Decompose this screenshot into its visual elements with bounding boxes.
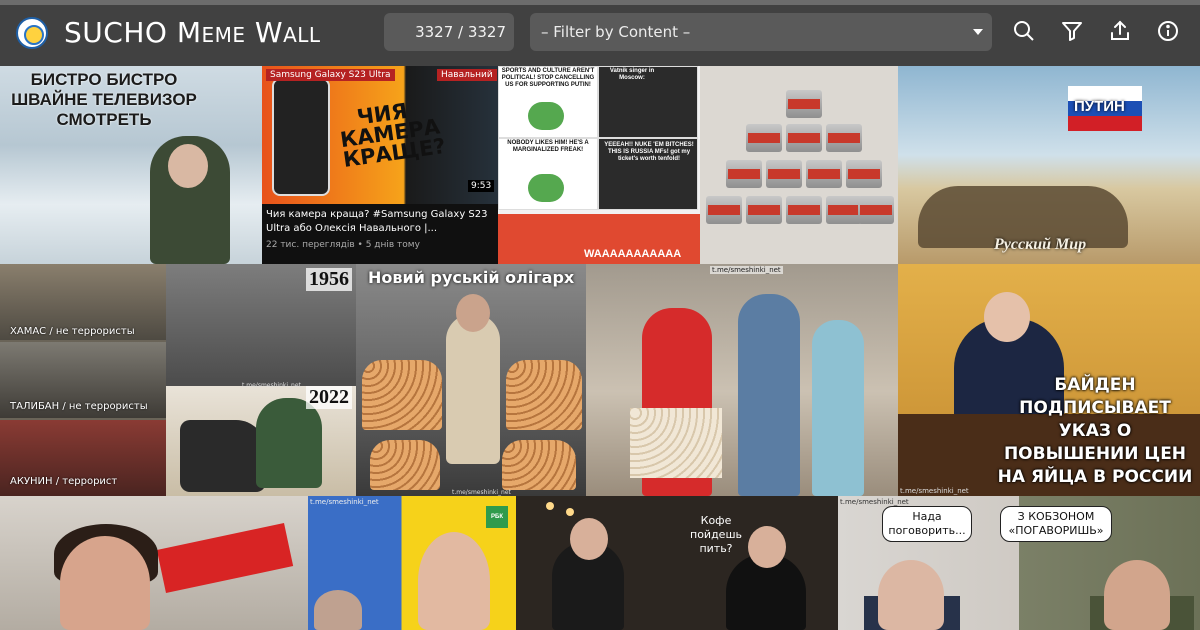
filter-button[interactable] — [1060, 19, 1084, 43]
tin-can — [786, 90, 822, 118]
filter-select-value: – Filter by Content – — [541, 23, 691, 41]
man-plaid-shirt — [738, 294, 800, 496]
tin-can — [858, 196, 894, 224]
meme-tile[interactable] — [0, 496, 308, 630]
search-icon — [1014, 21, 1034, 41]
soldier-head — [168, 144, 208, 188]
year-label: 1956 — [306, 268, 352, 291]
comic-text: YEEEAH!! NUKE 'EM BITCHES! THIS IS RUSSI… — [604, 142, 694, 162]
filter-icon — [1062, 22, 1082, 41]
info-icon — [1158, 21, 1178, 41]
tin-can — [746, 124, 782, 152]
share-icon — [1111, 20, 1129, 40]
man-head — [984, 292, 1030, 342]
man-head — [418, 532, 490, 630]
meme-tile[interactable]: ПУТИН Русский Мир — [898, 66, 1200, 264]
meme-tile[interactable]: 1956 2022 t.me/smeshinki_net — [166, 264, 356, 496]
comic-text: WAAAAAAAAAAA — [584, 248, 682, 260]
meme-counter: 3327 / 3327 — [384, 13, 514, 51]
filter-content-select[interactable]: – Filter by Content – — [530, 13, 992, 51]
speech-text: Кофе пойдешь пить? — [690, 514, 742, 555]
meme-tile[interactable]: SPORTS AND CULTURE AREN'T POLITICAL! STO… — [498, 66, 700, 264]
ceiling-lights — [546, 502, 554, 510]
meme-caption: Новий руській олігарх — [368, 268, 575, 287]
search-button[interactable] — [1012, 19, 1036, 43]
watermark: t.me/smeshinki_net — [452, 489, 511, 496]
flag-text: ПУТИН — [1074, 98, 1125, 115]
meme-caption: БАЙДЕН ПОДПИСЫВАЕТ УКАЗ О ПОВЫШЕНИИ ЦЕН … — [997, 375, 1193, 487]
tin-can — [826, 124, 862, 152]
boot-drawing — [180, 420, 266, 492]
thumbnail-badge: Samsung Galaxy S23 Ultra — [266, 69, 395, 81]
cartoon-figure — [256, 398, 322, 488]
meme-caption: БИСТРО БИСТРО ШВАЙНЕ ТЕЛЕВИЗОР СМОТРЕТЬ — [11, 70, 197, 129]
comic-text: Vatnik singer in Moscow: — [609, 68, 655, 81]
tin-can — [786, 196, 822, 224]
meme-tile[interactable]: БАЙДЕН ПОДПИСЫВАЕТ УКАЗ О ПОВЫШЕНИИ ЦЕН … — [898, 264, 1200, 496]
video-title: Чия камера краща? #Samsung Galaxy S23 Ul… — [266, 209, 488, 234]
frog-image — [528, 174, 564, 202]
thumbnail-headline: ЧИЯ КАМЕРА КРАЩЕ? — [338, 98, 448, 172]
info-button[interactable] — [1156, 19, 1180, 43]
tin-can — [766, 160, 802, 188]
meme-tile[interactable]: БИСТРО БИСТРО ШВАЙНЕ ТЕЛЕВИЗОР СМОТРЕТЬ — [0, 66, 262, 264]
man-head — [878, 560, 944, 630]
video-duration: 9:53 — [468, 180, 495, 192]
meme-caption: Русский Мир — [994, 236, 1087, 253]
speech-bubble: Нада поговорить... — [882, 506, 972, 542]
meme-tile[interactable]: РБК t.me/smeshinki_net — [308, 496, 516, 630]
watermark: t.me/smeshinki_net — [840, 498, 909, 506]
meme-caption: ХАМАС / не террористы — [10, 326, 135, 337]
app-title-prefix: SUCHO — [64, 16, 177, 49]
watermark: t.me/smeshinki_net — [900, 487, 969, 495]
woman-face — [60, 536, 150, 630]
egg-pile — [506, 360, 582, 430]
app-title: SUCHO Meme Wall — [64, 16, 321, 49]
meme-tile[interactable]: Новий руській олігарх t.me/smeshinki_net — [356, 264, 586, 496]
top-bar: SUCHO Meme Wall 3327 / 3327 – Filter by … — [0, 0, 1200, 66]
watermark: t.me/smeshinki_net — [710, 266, 783, 274]
tin-can — [706, 196, 742, 224]
tin-can — [786, 124, 822, 152]
store-sign — [156, 522, 294, 594]
watermark: t.me/smeshinki_net — [310, 498, 379, 506]
share-button[interactable] — [1108, 19, 1132, 43]
man-head — [570, 518, 608, 560]
man-head — [1104, 560, 1170, 630]
meme-tile[interactable]: Кофе пойдешь пить? — [516, 496, 838, 630]
meme-caption: АКУНИН / террорист — [10, 476, 118, 487]
thumbnail-badge: Навальний — [437, 69, 497, 81]
egg-pile — [370, 440, 440, 490]
app-title-suffix: Meme Wall — [176, 16, 321, 49]
egg-pile — [362, 360, 442, 430]
frog-image — [528, 102, 564, 130]
speech-bubble: З КОБЗОНОМ «ПОГАВОРИШЬ» — [1000, 506, 1112, 542]
tin-can — [826, 196, 862, 224]
video-meta: 22 тис. переглядів • 5 днів тому — [266, 240, 420, 250]
tin-can — [726, 160, 762, 188]
meme-tile[interactable]: Нада поговорить... З КОБЗОНОМ «ПОГАВОРИШ… — [838, 496, 1200, 630]
comic-text: SPORTS AND CULTURE AREN'T POLITICAL! STO… — [501, 68, 595, 88]
meme-tile[interactable]: t.me/smeshinki_net — [586, 264, 898, 496]
woman-blue-top — [812, 320, 864, 496]
phone-image — [272, 78, 330, 196]
man-head — [456, 294, 490, 332]
tin-can — [846, 160, 882, 188]
tin-can — [746, 196, 782, 224]
tin-can — [806, 160, 842, 188]
meme-caption: ТАЛИБАН / не террористы — [10, 401, 148, 412]
year-label: 2022 — [306, 386, 352, 409]
meme-tile[interactable]: ХАМАС / не террористы ТАЛИБАН / не терро… — [0, 264, 166, 496]
sucho-logo[interactable] — [16, 17, 48, 49]
meme-tile[interactable] — [700, 66, 898, 264]
man-head — [314, 590, 362, 630]
egg-pile — [502, 440, 576, 490]
watermark: t.me/smeshinki_net — [242, 382, 301, 389]
rbc-logo: РБК — [486, 506, 508, 528]
comic-text: NOBODY LIKES HIM! HE'S A MARGINALIZED FR… — [507, 140, 589, 153]
man-figure — [446, 314, 500, 464]
chevron-down-icon — [973, 29, 983, 35]
egg-tray — [630, 408, 722, 478]
meme-tile[interactable]: Samsung Galaxy S23 Ultra Навальний ЧИЯ К… — [262, 66, 498, 264]
